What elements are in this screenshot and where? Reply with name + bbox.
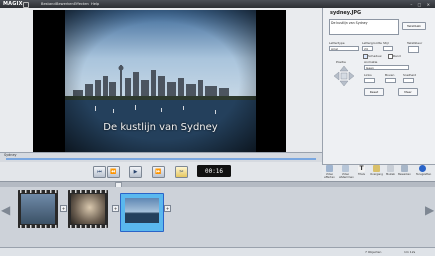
video-adjust-icon (342, 165, 349, 172)
menu-help[interactable]: Help (91, 2, 99, 6)
top-field[interactable] (385, 78, 396, 83)
menu-bewerken[interactable]: Bewerken (56, 2, 74, 6)
rewind-button[interactable]: ⏪ (107, 166, 120, 178)
text-color-swatch[interactable] (408, 46, 419, 53)
fast-forward-button[interactable]: ⏩ (152, 166, 165, 178)
style-select[interactable] (383, 46, 393, 51)
animation-select[interactable]: Geen (364, 65, 409, 70)
film-sprocket (18, 225, 58, 228)
scroll-left-icon[interactable]: ◀ (1, 200, 10, 220)
reset-icon (419, 165, 426, 172)
text-color-label: Tekstkleur (407, 41, 423, 45)
edit-icon (401, 165, 408, 172)
scrub-progress[interactable] (6, 158, 316, 160)
tool-video-adjust[interactable]: Video afstemmen (339, 165, 354, 179)
reset-button[interactable]: Reset (364, 88, 384, 96)
scroll-right-icon[interactable]: ▶ (425, 200, 434, 220)
font-size-label: Lettergrootte (362, 41, 382, 45)
tool-transition[interactable]: Overgang (370, 165, 383, 176)
storyboard (0, 187, 435, 247)
font-size-select[interactable]: 24 (362, 46, 373, 51)
object-count: 7 Objecten (365, 250, 382, 254)
skip-back-icon: ⏮ (97, 169, 102, 175)
shadow-label: Schaduw (368, 54, 382, 58)
film-sprocket (68, 225, 108, 228)
snapshot-icon: ✂ (179, 169, 184, 175)
music-icon (387, 165, 394, 172)
add-transition-button[interactable]: + (112, 205, 119, 212)
speed-label: Snelheid (403, 73, 416, 77)
tool-titles[interactable]: T Titels (355, 165, 368, 176)
font-select[interactable]: Arial (329, 46, 359, 51)
tool-video-effects[interactable]: Video effecten (323, 165, 336, 179)
home-icon[interactable] (23, 1, 29, 8)
window-controls[interactable]: – □ ✕ (410, 2, 432, 7)
video-effects-icon (326, 165, 333, 172)
app-logo: MAGIX (3, 1, 23, 7)
tool-reset[interactable]: Terugzetten (416, 165, 431, 176)
title-text-input[interactable]: De kustlijn van Sydney (329, 19, 399, 35)
skip-back-button[interactable]: ⏮ (93, 166, 106, 178)
total-duration: 1m 12s (404, 250, 416, 254)
play-button[interactable]: ▶ (129, 166, 142, 178)
top-label: Boven (385, 73, 395, 77)
transition-icon (373, 165, 380, 172)
film-sprocket (68, 190, 108, 193)
menu-bestand[interactable]: Bestand (41, 2, 56, 6)
timecode-display: 00:16 (197, 165, 231, 177)
tool-music[interactable]: Muziek (384, 165, 397, 176)
text-bar-button[interactable]: Tekstbalk (402, 22, 426, 30)
position-pad[interactable] (333, 65, 355, 87)
scrub-clip-label: Sydney (4, 153, 17, 157)
left-field[interactable] (364, 78, 375, 83)
preview-caption: De kustlijn van Sydney (103, 122, 218, 133)
more-button[interactable]: Meer (398, 88, 418, 96)
add-transition-button[interactable]: + (60, 205, 67, 212)
animation-label: Animatie (364, 60, 378, 64)
left-label: Links (364, 73, 372, 77)
play-icon: ▶ (133, 169, 138, 175)
menu-effecten[interactable]: Effecten (74, 2, 89, 6)
titles-icon: T (358, 165, 365, 172)
fast-forward-icon: ⏩ (155, 169, 162, 175)
clip-thumbnail[interactable] (68, 190, 108, 228)
file-name: sydney.JPG (330, 10, 362, 16)
font-label: Lettertype (329, 41, 345, 45)
speed-field[interactable] (403, 78, 414, 83)
rewind-icon: ⏪ (110, 169, 117, 175)
snapshot-button[interactable]: ✂ (175, 166, 188, 178)
add-transition-button[interactable]: + (164, 205, 171, 212)
position-label: Positie (336, 60, 346, 64)
selected-clip[interactable] (120, 193, 164, 232)
clip-thumbnail[interactable] (18, 190, 58, 228)
film-sprocket (18, 190, 58, 193)
border-label: Rand (393, 54, 401, 58)
style-label: Stijl (383, 41, 389, 45)
tool-edit[interactable]: Bewerken (398, 165, 411, 176)
